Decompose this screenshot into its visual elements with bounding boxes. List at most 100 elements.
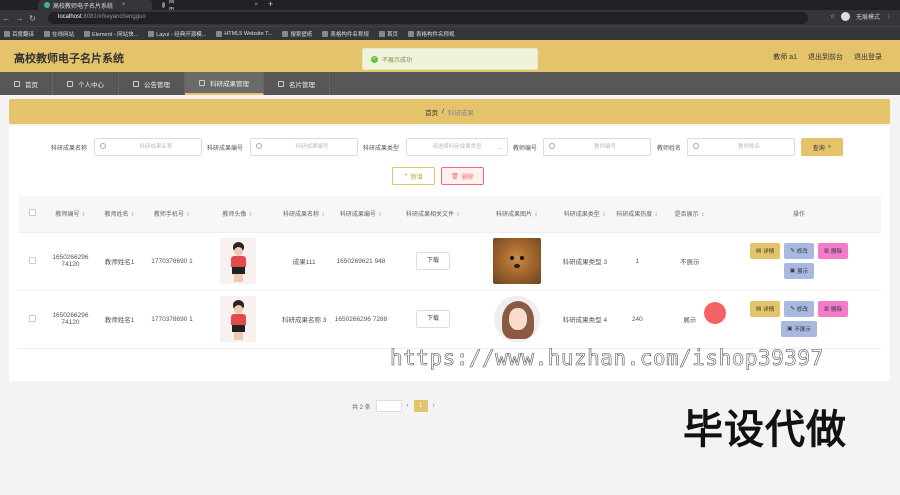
card-icon	[278, 80, 284, 87]
back-icon[interactable]: ←	[0, 14, 13, 23]
address-bar[interactable]: localhost:8081/#/keyanchengguo	[48, 12, 808, 24]
results-table: 教师编号 ⇕ 教师姓名 ⇕ 教师手机号 ⇕ 教师头像 ⇕ 科研成果名称 ⇕ 科研成果编号 ⇕…	[18, 196, 881, 349]
prev-page-icon[interactable]: ‹	[407, 403, 409, 409]
bookmark-icon	[216, 30, 223, 37]
bookmark-item[interactable]: 表格构件名称规	[407, 30, 454, 38]
header-cell[interactable]: 科研成果图片 ⇕	[476, 196, 558, 233]
menu-item-notices[interactable]: 公告管理	[119, 72, 185, 95]
bookmarks-bar: 百度翻译 在线网站 Element - 网站快... Layui - 经典开源模…	[0, 26, 900, 40]
teacher-id-input[interactable]: 教师编号	[543, 138, 651, 156]
header-cell[interactable]: 教师头像 ⇕	[199, 196, 276, 233]
next-page-icon[interactable]: ›	[433, 403, 435, 409]
star-icon[interactable]: ☆	[830, 13, 835, 20]
header-select	[18, 196, 47, 233]
cell-result-type: 科研成果类型 3	[557, 232, 613, 291]
reload-icon[interactable]: ↻	[26, 14, 39, 23]
bookmark-icon	[148, 30, 155, 37]
detail-button[interactable]: ▤ 详情	[749, 301, 781, 317]
bookmark-label: 表格构件名称规	[330, 31, 369, 38]
delete-button[interactable]: ▥ 删除	[817, 243, 849, 259]
toolbar-right: ☆ 无痕模式 ⋮	[830, 12, 892, 21]
bookmark-item[interactable]: 表格构件名称规	[322, 30, 369, 38]
query-button[interactable]: 查询 ⌕	[801, 138, 843, 156]
new-tab-icon[interactable]: +	[268, 0, 273, 9]
breadcrumb-home[interactable]: 首页	[425, 107, 438, 117]
header-cell[interactable]: 是否展示 ⇕	[662, 196, 718, 233]
header-cell[interactable]: 科研成果相关文件 ⇕	[389, 196, 477, 233]
cell-actions: ▤ 详情 ✎ 修改 ▥ 删除 ▣ 不展示	[717, 290, 881, 349]
close-icon[interactable]: ×	[254, 2, 258, 8]
page-number[interactable]: 1	[413, 400, 428, 412]
input-placeholder: 教师编号	[593, 144, 616, 150]
result-name-input[interactable]: 科研成果名称	[94, 138, 202, 156]
browser-tab-active[interactable]: 高校教师电子名片系统 ×	[38, 0, 152, 10]
profile-avatar-icon[interactable]	[840, 12, 850, 21]
breadcrumb: 首页 / 科研成果	[9, 99, 890, 124]
sort-icon: ⇕	[185, 212, 191, 219]
sort-icon: ⇕	[248, 212, 253, 219]
input-placeholder: 科研成果名称	[139, 144, 173, 150]
pagination: 共 2 条 ‹ 1 ›	[352, 400, 435, 412]
detail-button[interactable]: ▤ 详情	[749, 243, 781, 259]
bookmark-label: HTML5 Website T...	[224, 30, 273, 37]
close-icon[interactable]: ×	[122, 2, 126, 8]
menu-item-research[interactable]: 科研成果管理	[185, 72, 264, 95]
header-cell[interactable]: 科研成果名称 ⇕	[275, 196, 333, 233]
search-icon	[549, 143, 555, 149]
bookmark-item[interactable]: Layui - 经典开源模...	[148, 30, 206, 38]
back-to-front-link[interactable]: 退出到前台	[808, 52, 843, 62]
header-cell[interactable]: 科研成果热度 ⇕	[612, 196, 663, 233]
cell-file: 下载	[389, 290, 477, 349]
header-cell[interactable]: 教师手机号 ⇕	[144, 196, 200, 233]
row-checkbox[interactable]	[28, 314, 36, 322]
pencil-icon: ✎	[790, 248, 795, 254]
edit-button[interactable]: ✎ 修改	[784, 301, 814, 317]
download-button[interactable]: 下载	[416, 310, 451, 328]
table-row: 1650266296 74120 教师姓名1 1770378690 1 成果11…	[18, 232, 881, 291]
batch-delete-button[interactable]: 🗑 删除	[441, 167, 484, 185]
header-cell[interactable]: 科研成果编号 ⇕	[332, 196, 390, 233]
profile-label[interactable]: 无痕模式	[856, 12, 880, 21]
bookmark-icon	[407, 30, 414, 37]
bookmark-item[interactable]: 首页	[378, 30, 398, 38]
header-cell: 操作	[717, 196, 881, 233]
bookmark-item[interactable]: 搜索壁纸	[282, 30, 312, 38]
hide-toggle-button[interactable]: ▣ 不展示	[781, 321, 817, 337]
filter-label: 教师姓名	[657, 146, 682, 152]
menu-item-cards[interactable]: 名片管理	[264, 72, 330, 95]
page-size-select[interactable]	[375, 400, 402, 412]
bookmark-item[interactable]: Element - 网站快...	[84, 30, 138, 38]
bookmark-item[interactable]: HTML5 Website T...	[216, 30, 273, 37]
edit-button[interactable]: ✎ 修改	[784, 243, 814, 259]
filter-label: 科研成果类型	[363, 146, 400, 152]
menu-item-profile[interactable]: 个人中心	[53, 72, 119, 95]
sort-icon: ⇕	[81, 212, 86, 219]
result-type-select[interactable]: 请选择科研成果类型 ⌄	[406, 138, 508, 156]
bookmark-item[interactable]: 百度翻译	[4, 30, 34, 38]
header-cell[interactable]: 教师编号 ⇕	[46, 196, 95, 233]
chevron-down-icon: ⌄	[497, 145, 502, 151]
select-placeholder: 请选择科研成果类型	[432, 144, 482, 150]
row-checkbox[interactable]	[28, 256, 36, 264]
menu-dots-icon[interactable]: ⋮	[886, 13, 892, 20]
bookmark-icon	[4, 30, 10, 37]
show-toggle-button[interactable]: ▣ 展示	[783, 263, 815, 279]
cell-result-type: 科研成果类型 4	[557, 290, 613, 349]
header-cell[interactable]: 科研成果类型 ⇕	[557, 196, 613, 233]
menu-item-home[interactable]: 首页	[0, 72, 53, 95]
header-cell[interactable]: 教师姓名 ⇕	[94, 196, 145, 233]
result-id-input[interactable]: 科研成果编号	[250, 138, 358, 156]
table-row: 1650266296 74120 教师姓名1 1770378690 1 科研成果…	[18, 290, 881, 349]
select-all-checkbox[interactable]	[28, 209, 36, 217]
delete-button[interactable]: ▥ 删除	[817, 301, 849, 317]
add-button[interactable]: + 新增	[392, 167, 435, 185]
teacher-name-input[interactable]: 教师姓名	[687, 138, 795, 156]
bookmark-label: 在线网站	[52, 31, 75, 38]
browser-tab[interactable]: 首页 ×	[156, 0, 264, 14]
cell-display: 不展示	[662, 232, 718, 291]
bookmark-item[interactable]: 在线网站	[44, 30, 74, 38]
forward-icon[interactable]: →	[13, 14, 26, 23]
download-button[interactable]: 下载	[416, 252, 451, 270]
logout-link[interactable]: 退出登录	[854, 52, 882, 62]
search-icon	[100, 143, 106, 149]
